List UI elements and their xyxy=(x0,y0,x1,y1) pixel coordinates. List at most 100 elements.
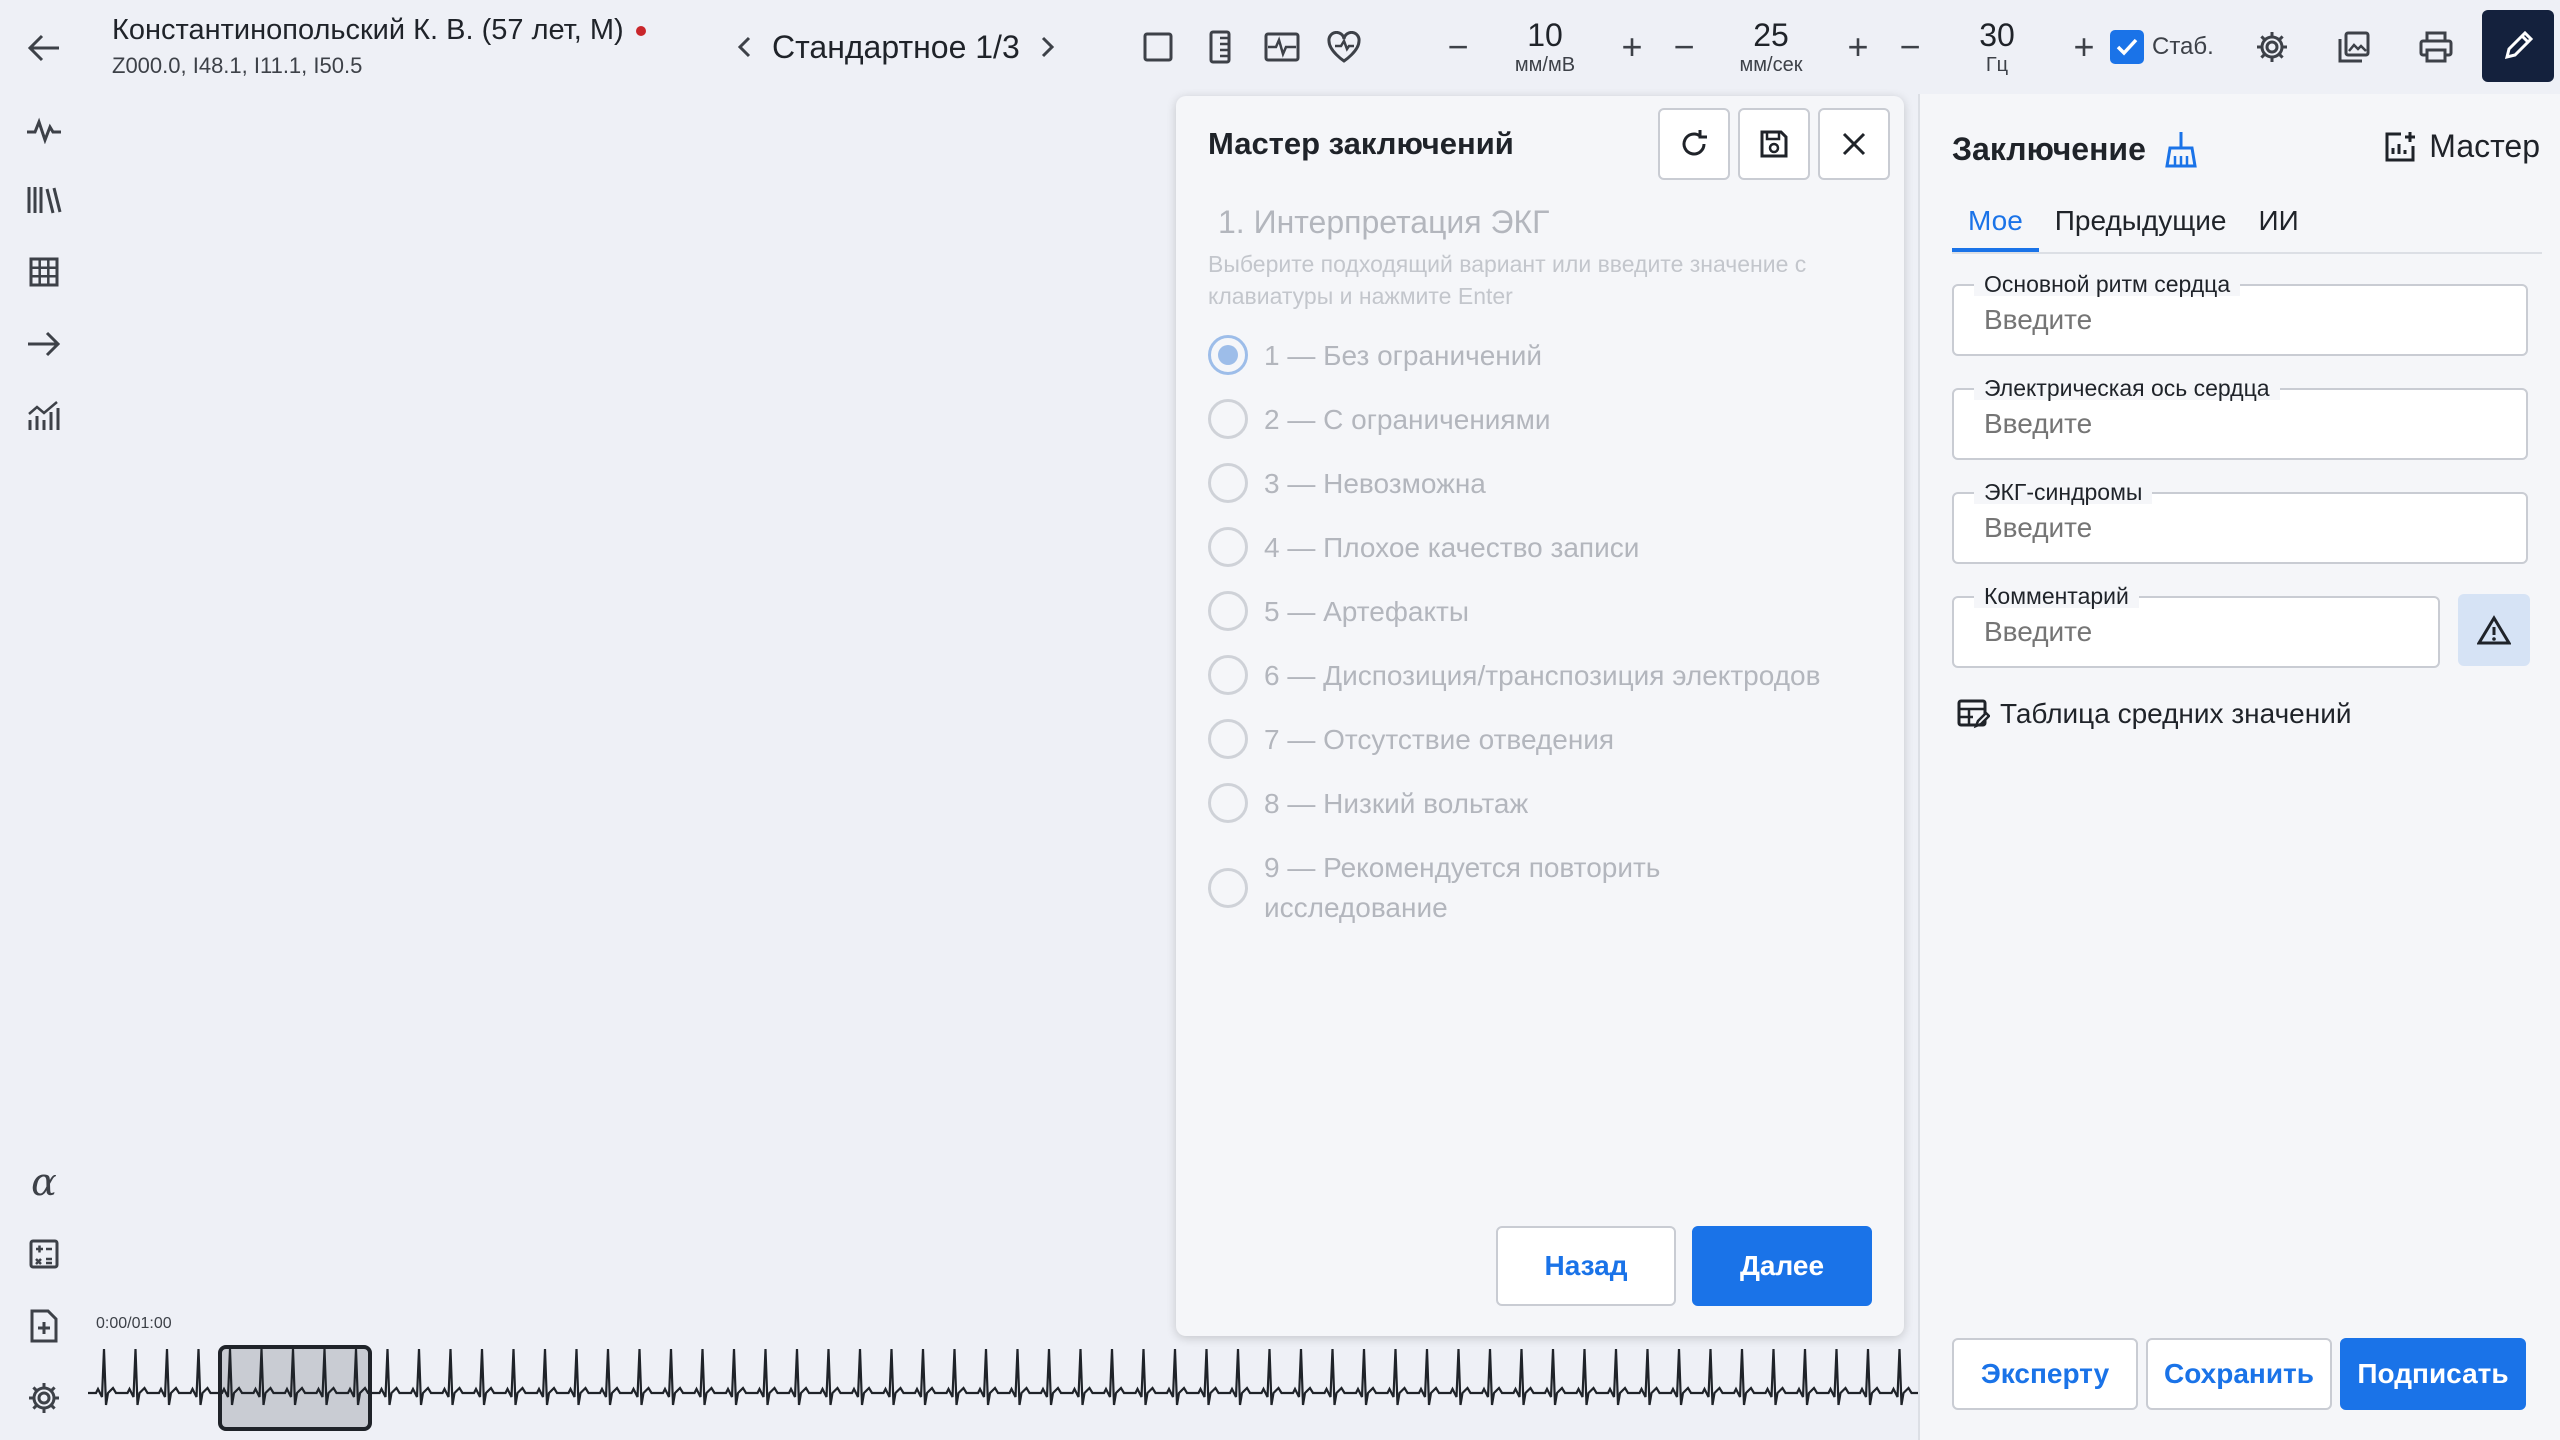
wizard-option[interactable]: 4 — Плохое качество записи xyxy=(1208,527,1878,592)
conclusion-tabs: Мое Предыдущие ИИ xyxy=(1952,198,2542,254)
gear-icon xyxy=(29,1383,59,1413)
filter-unit: Гц xyxy=(1985,54,2009,76)
rail-alpha-button[interactable]: α xyxy=(20,1158,68,1206)
speed-value: 25 xyxy=(1753,17,1789,53)
wizard-option[interactable]: 9 — Рекомендуется повторить исследование xyxy=(1208,848,1878,928)
compare-tool-button[interactable] xyxy=(1256,22,1308,72)
wizard-back-button[interactable]: Назад xyxy=(1496,1226,1676,1306)
record-indicator xyxy=(635,25,646,36)
radio[interactable] xyxy=(1208,591,1248,631)
wizard-save-button[interactable] xyxy=(1738,108,1810,180)
stabilization-checkbox[interactable] xyxy=(2110,30,2144,64)
square-icon xyxy=(1143,32,1173,62)
amplitude-increase-button[interactable]: + xyxy=(1608,22,1656,72)
tab-ai[interactable]: ИИ xyxy=(2243,198,2315,252)
wizard-option[interactable]: 1 — Без ограничений xyxy=(1208,335,1878,400)
arrow-right-icon xyxy=(28,331,61,357)
radio[interactable] xyxy=(1208,463,1248,503)
warning-button[interactable] xyxy=(2458,594,2530,666)
tab-previous[interactable]: Предыдущие xyxy=(2039,198,2243,252)
radio[interactable] xyxy=(1208,867,1248,908)
ruler-tool-button[interactable] xyxy=(1194,22,1246,72)
ecg-overview-strip[interactable] xyxy=(88,1335,1918,1440)
filter-decrease-button[interactable]: − xyxy=(1886,22,1934,72)
comment-label: Комментарий xyxy=(1974,584,2139,608)
rail-library-button[interactable] xyxy=(20,176,68,224)
radio[interactable] xyxy=(1208,655,1248,695)
table-edit-icon xyxy=(1957,699,1990,729)
heart-rate-tool-button[interactable] xyxy=(1318,22,1370,72)
settings-button[interactable] xyxy=(2246,22,2298,72)
wizard-options: 1 — Без ограничений 2 — С ограничениями … xyxy=(1208,335,1878,928)
electrical-axis-field: Электрическая ось сердца xyxy=(1952,376,2528,460)
top-bar: Константинопольский К. В. (57 лет, М) Z0… xyxy=(0,0,2560,94)
patient-info: Константинопольский К. В. (57 лет, М) Z0… xyxy=(112,14,646,79)
rail-ecg-button[interactable] xyxy=(20,106,68,154)
wizard-option[interactable]: 7 — Отсутствие отведения xyxy=(1208,719,1878,784)
back-button[interactable] xyxy=(20,26,68,70)
ecg-syndromes-input[interactable] xyxy=(1984,512,2464,544)
checkmark-icon xyxy=(2116,38,2138,56)
radio-selected[interactable] xyxy=(1208,335,1248,375)
amplitude-decrease-button[interactable]: − xyxy=(1434,22,1482,72)
floppy-disk-icon xyxy=(1760,130,1788,158)
timeline-position: 0:00/01:00 xyxy=(96,1315,172,1332)
library-icon xyxy=(27,187,62,214)
amplitude-value: 10 xyxy=(1527,17,1563,53)
prev-mode-button[interactable] xyxy=(722,22,766,72)
sign-button[interactable]: Подписать xyxy=(2340,1338,2526,1410)
rail-settings-button[interactable] xyxy=(20,1374,68,1422)
stabilization-label: Стаб. xyxy=(2152,33,2214,60)
heart-rhythm-field: Основной ритм сердца xyxy=(1952,272,2528,356)
wizard-reset-button[interactable] xyxy=(1658,108,1730,180)
rail-trends-button[interactable] xyxy=(20,392,68,440)
save-button[interactable]: Сохранить xyxy=(2146,1338,2332,1410)
broom-icon[interactable] xyxy=(2164,130,2198,168)
tab-mine[interactable]: Мое xyxy=(1952,198,2039,252)
heart-rhythm-input[interactable] xyxy=(1984,304,2464,336)
rail-next-button[interactable] xyxy=(20,320,68,368)
stabilization-toggle[interactable]: Стаб. xyxy=(2110,30,2214,64)
master-link[interactable]: Мастер xyxy=(2383,128,2540,165)
export-image-button[interactable] xyxy=(2328,22,2380,72)
wizard-option[interactable]: 5 — Артефакты xyxy=(1208,591,1878,656)
radio[interactable] xyxy=(1208,527,1248,567)
pulse-icon xyxy=(27,117,61,144)
next-mode-button[interactable] xyxy=(1026,22,1070,72)
master-label: Мастер xyxy=(2429,128,2540,164)
wizard-option[interactable]: 2 — С ограничениями xyxy=(1208,399,1878,464)
wizard-option[interactable]: 3 — Невозможна xyxy=(1208,463,1878,528)
ruler-icon xyxy=(1209,30,1231,64)
average-table-link[interactable]: Таблица средних значений xyxy=(1956,698,2351,730)
wizard-option[interactable]: 6 — Диспозиция/транспозиция электродов xyxy=(1208,655,1878,720)
wizard-next-button[interactable]: Далее xyxy=(1692,1226,1872,1306)
wizard-close-button[interactable] xyxy=(1818,108,1890,180)
rail-new-document-button[interactable] xyxy=(20,1302,68,1350)
chart-trend-icon xyxy=(28,401,60,430)
print-button[interactable] xyxy=(2410,22,2462,72)
display-mode-label: Стандартное 1/3 xyxy=(772,28,1020,65)
rail-grid-button[interactable] xyxy=(20,248,68,296)
radio[interactable] xyxy=(1208,783,1248,823)
speed-decrease-button[interactable]: − xyxy=(1660,22,1708,72)
pencil-icon xyxy=(2504,30,2534,60)
wizard-option[interactable]: 8 — Низкий вольтаж xyxy=(1208,783,1878,848)
rail-calculator-button[interactable] xyxy=(20,1230,68,1278)
electrical-axis-input[interactable] xyxy=(1984,408,2464,440)
electrical-axis-label: Электрическая ось сердца xyxy=(1974,376,2280,400)
alpha-icon: α xyxy=(31,1160,57,1204)
filter-increase-button[interactable]: + xyxy=(2060,22,2108,72)
radio[interactable] xyxy=(1208,399,1248,439)
send-to-expert-button[interactable]: Эксперту xyxy=(1952,1338,2138,1410)
wizard-actions xyxy=(1658,108,1890,180)
edit-mode-button[interactable] xyxy=(2482,10,2554,82)
speed-unit: мм/сек xyxy=(1739,54,1803,76)
speed-increase-button[interactable]: + xyxy=(1834,22,1882,72)
radio[interactable] xyxy=(1208,719,1248,759)
view-tools xyxy=(1132,22,1370,72)
left-rail: α xyxy=(0,94,88,1440)
frame-tool-button[interactable] xyxy=(1132,22,1184,72)
comment-input[interactable] xyxy=(1984,616,2404,648)
panel-footer: Эксперту Сохранить Подписать xyxy=(1952,1338,2526,1410)
conclusion-panel: Заключение Мастер Мое Предыдущие ИИ Осно… xyxy=(1918,94,2560,1440)
